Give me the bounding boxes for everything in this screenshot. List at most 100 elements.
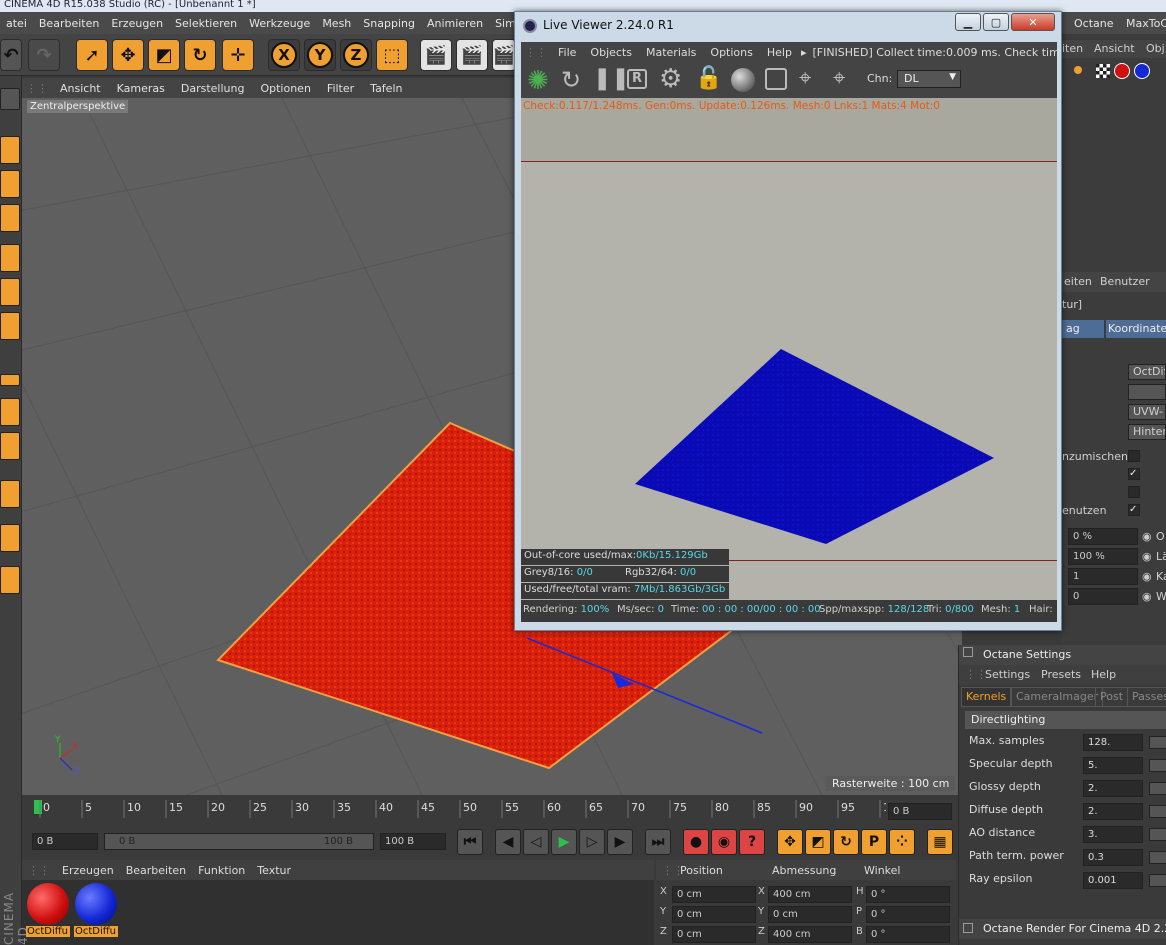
key-scale-icon[interactable]: ◩ <box>805 829 831 855</box>
attr-menu-edit[interactable]: eiten <box>1064 275 1092 288</box>
previous-key-icon[interactable]: ◀ <box>495 829 521 855</box>
lv-menu-help[interactable]: Help <box>760 46 799 59</box>
tab-kernels[interactable]: Kernels <box>961 687 1012 707</box>
position-z-field[interactable]: 0 cm <box>672 926 756 943</box>
menu-octane[interactable]: Octane <box>1068 17 1120 30</box>
next-key-icon[interactable]: ▶ <box>607 829 633 855</box>
viewport-menu-options[interactable]: Optionen <box>252 82 318 95</box>
tag-icon[interactable] <box>1074 66 1082 74</box>
key-position-icon[interactable]: ✥ <box>777 829 803 855</box>
key-pla-icon[interactable]: ⁘ <box>889 829 915 855</box>
material-preview-icon[interactable] <box>731 68 755 92</box>
menu-mesh[interactable]: Mesh <box>316 17 357 30</box>
attr-menu-user[interactable]: Benutzer <box>1100 275 1150 288</box>
viewport-menu-display[interactable]: Darstellung <box>173 82 253 95</box>
blue-material-tag-icon[interactable] <box>1134 63 1150 79</box>
start-render-icon[interactable]: ✺ <box>527 66 549 96</box>
param-slider[interactable] <box>1149 736 1166 749</box>
radio-icon[interactable]: ◉ <box>1142 570 1152 583</box>
viewport-menu-view[interactable]: Ansicht <box>52 82 109 95</box>
tab-post[interactable]: Post <box>1095 687 1129 707</box>
rotation-p-field[interactable]: 0 ° <box>866 906 950 923</box>
material-swatch-2[interactable]: OctDiffu <box>74 882 118 942</box>
param-value-field[interactable]: 5. <box>1083 757 1143 774</box>
solo-icon[interactable] <box>0 566 20 594</box>
radio-icon[interactable]: ◉ <box>1142 590 1152 603</box>
object-menu-partial[interactable]: iten <box>1062 42 1083 55</box>
live-viewer-titlebar[interactable]: Live Viewer 2.24.0 R1 ▁ ▢ ✕ <box>515 12 1061 40</box>
param-slider[interactable] <box>1149 759 1166 772</box>
previous-frame-icon[interactable]: ◁ <box>523 829 549 855</box>
menu-maxtoc[interactable]: MaxToC <box>1120 17 1166 30</box>
rotate-tool-icon[interactable]: ↻ <box>184 39 216 71</box>
menu-file[interactable]: atei <box>0 17 33 30</box>
length-field[interactable]: 100 % <box>1068 548 1138 565</box>
attr-tab-coordinates[interactable]: Koordinate <box>1106 320 1166 338</box>
param-value-field[interactable]: 0.3 <box>1083 849 1143 866</box>
tab-passes[interactable]: Passes <box>1127 687 1166 707</box>
attr-tab-tag[interactable]: ag <box>1062 320 1104 338</box>
magnet-icon[interactable] <box>0 480 20 508</box>
frame-range-slider[interactable]: 0 B 100 B <box>104 833 374 850</box>
live-viewer-window[interactable]: Live Viewer 2.24.0 R1 ▁ ▢ ✕ ⋮⋮ File Obje… <box>514 11 1062 631</box>
clay-mode-icon[interactable] <box>765 68 787 90</box>
pick-material-icon[interactable]: ⌖ <box>833 66 845 91</box>
menu-animate[interactable]: Animieren <box>421 17 489 30</box>
tiles-field[interactable]: 1 <box>1068 568 1138 585</box>
minimize-icon[interactable]: ▁ <box>955 13 981 31</box>
lv-menu-options[interactable]: Options <box>703 46 759 59</box>
region-render-icon[interactable]: R <box>627 69 647 89</box>
restart-render-icon[interactable]: ↻ <box>561 66 581 94</box>
redo-icon[interactable]: ↷ <box>28 39 60 71</box>
render-settings-icon[interactable]: 🎬 <box>492 39 516 71</box>
pause-render-icon[interactable]: ❚❚ <box>593 66 630 91</box>
octane-menu-settings[interactable]: Settings <box>985 668 1030 681</box>
key-rotation-icon[interactable]: ↻ <box>833 829 859 855</box>
maximize-icon[interactable]: ▢ <box>983 13 1009 31</box>
rotation-b-field[interactable]: 0 ° <box>866 926 950 943</box>
texture-mode-icon[interactable] <box>0 170 20 198</box>
auto-keying-icon[interactable]: ◉ <box>711 829 737 855</box>
material-swatch-1[interactable]: OctDiffu <box>26 882 70 942</box>
selection-field[interactable] <box>1128 384 1166 400</box>
start-frame-field[interactable]: 0 B <box>32 833 98 850</box>
viewport-menu-panels[interactable]: Tafeln <box>362 82 410 95</box>
rotation-h-field[interactable]: 0 ° <box>866 886 950 903</box>
octane-menu-presets[interactable]: Presets <box>1041 668 1081 681</box>
record-keys-icon[interactable]: ● <box>683 829 709 855</box>
size-z-field[interactable]: 400 cm <box>768 926 852 943</box>
last-tool-icon[interactable]: ✛ <box>222 39 254 71</box>
material-menu-texture[interactable]: Textur <box>251 864 297 877</box>
seamless-checkbox[interactable] <box>1128 486 1140 498</box>
close-icon[interactable]: ✕ <box>1011 13 1055 31</box>
model-mode-icon[interactable] <box>0 136 20 164</box>
next-frame-icon[interactable]: ▷ <box>579 829 605 855</box>
lv-menu-file[interactable]: File <box>551 46 583 59</box>
settings-gear-icon[interactable]: ⚙ <box>659 64 682 94</box>
render-view-icon[interactable]: 🎬 <box>420 39 452 71</box>
octane-menu-help[interactable]: Help <box>1091 668 1116 681</box>
object-menu-objects[interactable]: Obj <box>1146 42 1165 55</box>
pick-focus-icon[interactable]: ⌖ <box>799 66 811 91</box>
coordinate-system-icon[interactable]: ⬚ <box>376 39 408 71</box>
menu-edit[interactable]: Bearbeiten <box>33 17 105 30</box>
kernel-dropdown[interactable]: Directlighting <box>965 711 1166 729</box>
projection-dropdown[interactable]: UVW- <box>1128 404 1166 420</box>
param-slider[interactable] <box>1149 851 1166 864</box>
tab-cameraimager[interactable]: CameraImager <box>1011 687 1104 707</box>
render-picture-viewer-icon[interactable]: 🎬 <box>456 39 488 71</box>
texture-tag-icon[interactable] <box>1096 64 1110 78</box>
play-icon[interactable]: ▶ <box>551 829 577 855</box>
material-menu-edit[interactable]: Bearbeiten <box>120 864 192 877</box>
use-uvw-checkbox[interactable]: ✓ <box>1128 504 1140 516</box>
go-to-start-icon[interactable]: ⏮ <box>457 829 483 855</box>
tweak-mode-icon[interactable] <box>0 398 20 426</box>
red-material-tag-icon[interactable] <box>1114 63 1130 79</box>
position-y-field[interactable]: 0 cm <box>672 906 756 923</box>
edges-mode-icon[interactable] <box>0 278 20 306</box>
lv-menu-objects[interactable]: Objects <box>583 46 639 59</box>
param-slider[interactable] <box>1149 828 1166 841</box>
size-y-field[interactable]: 0 cm <box>768 906 852 923</box>
live-viewer-render-area[interactable]: Check:0.117/1.248ms. Gen:0ms. Update:0.1… <box>521 98 1057 600</box>
lock-icon[interactable]: 🔓 <box>695 66 722 91</box>
